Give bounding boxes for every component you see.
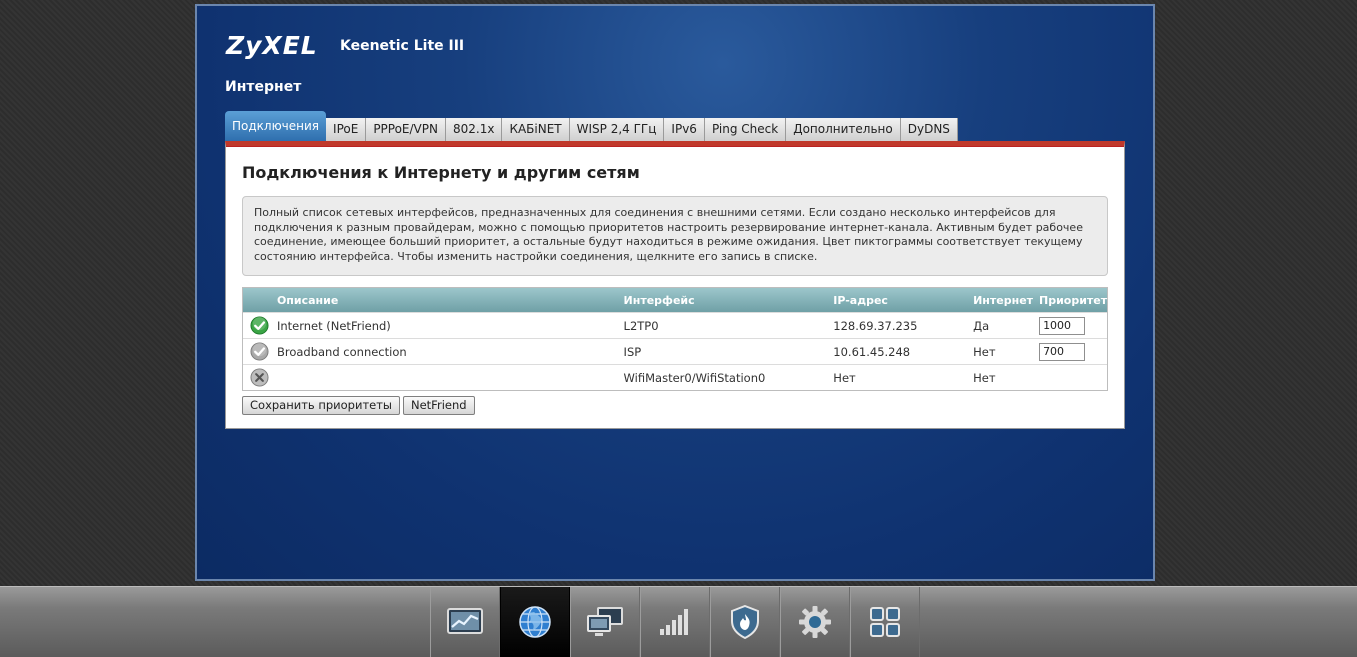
row-interface: ISP [623, 344, 642, 359]
save-priorities-button[interactable]: Сохранить приоритеты [242, 396, 400, 415]
nav-home-network[interactable] [570, 587, 640, 657]
bottom-nav [430, 587, 920, 657]
row-internet: Да [973, 318, 990, 333]
nav-monitor[interactable] [430, 587, 500, 657]
network-computers-icon [587, 607, 623, 636]
tab-pppoe-vpn[interactable]: PPPoE/VPN [366, 118, 446, 141]
nav-apps[interactable] [850, 587, 920, 657]
table-header: Описание Интерфейс IP-адрес Интернет При… [243, 288, 1107, 312]
tab-additional[interactable]: Дополнительно [786, 118, 901, 141]
column-description: Описание [276, 293, 339, 307]
model-name: Keenetic Lite III [340, 38, 465, 54]
gear-icon [799, 606, 831, 638]
connections-table: Описание Интерфейс IP-адрес Интернет При… [242, 287, 1108, 391]
nav-internet[interactable] [500, 587, 570, 657]
main-frame: ZyXEL Keenetic Lite III Интернет Подключ… [195, 4, 1155, 581]
row-internet: Нет [973, 344, 996, 359]
column-interface: Интерфейс [623, 293, 695, 307]
row-interface: L2TP0 [623, 318, 659, 333]
priority-input[interactable] [1039, 316, 1086, 335]
tab-8021x[interactable]: 802.1x [445, 118, 503, 141]
globe-icon [519, 606, 551, 638]
table-row[interactable]: Internet (NetFriend) L2TP0 128.69.37.235… [243, 312, 1107, 338]
priority-input[interactable] [1039, 342, 1086, 361]
column-ip: IP-адрес [833, 293, 888, 307]
tab-ipv6[interactable]: IPv6 [664, 118, 705, 141]
monitor-chart-icon [447, 608, 483, 634]
row-internet: Нет [973, 370, 996, 385]
row-description: Broadband connection [276, 344, 407, 359]
tab-ipoe[interactable]: IPoE [326, 118, 367, 141]
column-internet: Интернет [973, 293, 1034, 307]
description-box: Полный список сетевых интерфейсов, предн… [242, 196, 1108, 276]
check-gray-icon [250, 342, 269, 361]
tab-dydns[interactable]: DyDNS [900, 118, 958, 141]
table-row[interactable]: WifiMaster0/WifiStation0 Нет Нет [243, 364, 1107, 390]
page-title: Интернет [225, 79, 302, 95]
shield-fire-icon [731, 605, 759, 639]
apps-grid-icon [870, 607, 900, 637]
row-ip: Нет [833, 370, 856, 385]
tab-ping-check[interactable]: Ping Check [704, 118, 787, 141]
tab-kabinet[interactable]: КАБiNET [502, 118, 570, 141]
row-description: Internet (NetFriend) [276, 318, 391, 333]
row-ip: 128.69.37.235 [833, 318, 918, 333]
netfriend-button[interactable]: NetFriend [403, 396, 475, 415]
cross-gray-icon [250, 368, 269, 387]
table-row[interactable]: Broadband connection ISP 10.61.45.248 Не… [243, 338, 1107, 364]
tab-connections[interactable]: Подключения [225, 111, 327, 141]
tab-wisp[interactable]: WISP 2,4 ГГц [569, 118, 665, 141]
brand-logo: ZyXEL [226, 31, 318, 60]
panel-title: Подключения к Интернету и другим сетям [242, 163, 640, 182]
connections-panel: Подключения к Интернету и другим сетям П… [225, 141, 1125, 429]
column-priority: Приоритет [1039, 293, 1108, 307]
signal-bars-icon [660, 609, 688, 635]
tab-bar: Подключения IPoE PPPoE/VPN 802.1x КАБiNE… [225, 111, 958, 141]
bottom-nav-bar [0, 586, 1357, 657]
nav-security[interactable] [710, 587, 780, 657]
nav-wifi[interactable] [640, 587, 710, 657]
row-ip: 10.61.45.248 [833, 344, 911, 359]
nav-settings[interactable] [780, 587, 850, 657]
check-green-icon [250, 316, 269, 335]
row-interface: WifiMaster0/WifiStation0 [623, 370, 766, 385]
